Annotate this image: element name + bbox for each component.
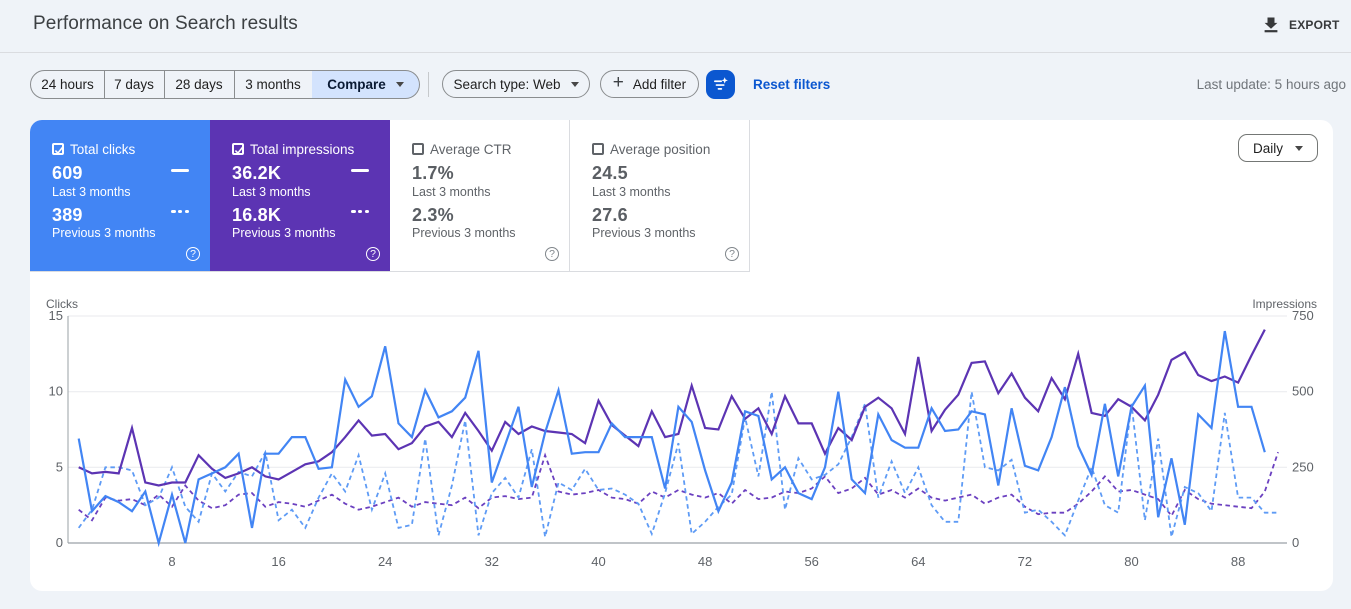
svg-text:56: 56 [804,554,818,569]
svg-text:24: 24 [378,554,392,569]
svg-text:32: 32 [485,554,499,569]
svg-text:0: 0 [1292,535,1299,550]
svg-text:0: 0 [56,535,63,550]
svg-text:10: 10 [49,384,63,399]
svg-text:5: 5 [56,459,63,474]
svg-text:88: 88 [1231,554,1245,569]
svg-text:72: 72 [1018,554,1032,569]
svg-text:40: 40 [591,554,605,569]
svg-text:500: 500 [1292,384,1314,399]
svg-text:8: 8 [168,554,175,569]
svg-text:250: 250 [1292,459,1314,474]
svg-text:48: 48 [698,554,712,569]
svg-text:80: 80 [1124,554,1138,569]
svg-text:64: 64 [911,554,925,569]
svg-text:16: 16 [271,554,285,569]
svg-text:15: 15 [49,308,63,323]
svg-text:750: 750 [1292,308,1314,323]
